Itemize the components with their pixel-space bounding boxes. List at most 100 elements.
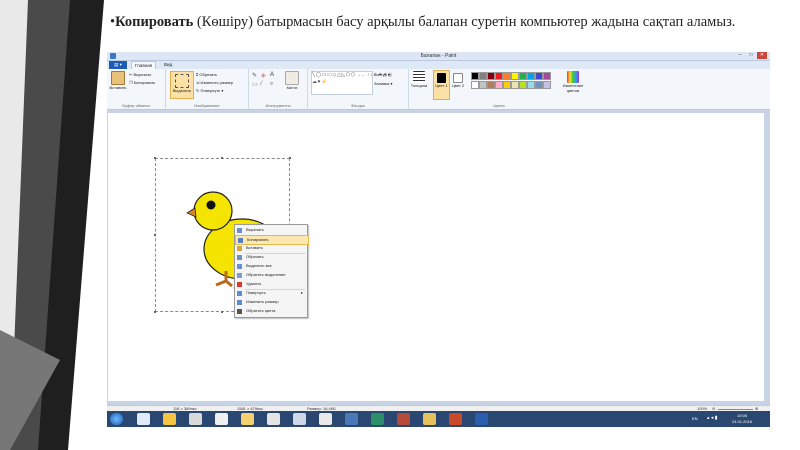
context-menu-item[interactable]: Обратить цвета bbox=[235, 307, 307, 315]
thickness-label: Толщина bbox=[410, 83, 428, 88]
taskbar-word-icon[interactable] bbox=[475, 413, 488, 425]
maximize-button[interactable]: □ bbox=[746, 52, 756, 59]
text-icon[interactable]: A bbox=[270, 72, 274, 78]
tab-view[interactable]: Вид bbox=[161, 61, 175, 69]
taskbar-app-icon[interactable] bbox=[267, 413, 280, 425]
tools-group: ✎ ◈ A ▭ ⁄ ⌕ Кисти Инструменты bbox=[249, 69, 308, 109]
taskbar-app-icon[interactable] bbox=[293, 413, 306, 425]
thickness-button[interactable]: Толщина bbox=[409, 71, 429, 88]
color2-button[interactable]: Цвет 2 bbox=[451, 71, 465, 88]
crop-button[interactable]: ⌗ Обрезать bbox=[196, 72, 217, 77]
context-menu-label: Повернуть bbox=[246, 290, 266, 295]
eraser-icon[interactable]: ▭ bbox=[252, 81, 258, 88]
context-menu-item[interactable]: Вставить bbox=[235, 244, 307, 252]
tab-home[interactable]: Главная bbox=[131, 61, 157, 69]
color-swatch[interactable] bbox=[487, 72, 495, 80]
color-swatch[interactable] bbox=[519, 72, 527, 80]
resize-label: Изменить размер bbox=[200, 80, 234, 85]
title-bar: Балапан - Paint – □ ✕ bbox=[107, 52, 770, 61]
taskbar-app-icon[interactable] bbox=[163, 413, 176, 425]
context-menu-item[interactable]: Вырезать bbox=[235, 226, 307, 234]
color-picker-icon[interactable]: ⁄ bbox=[261, 81, 262, 87]
paste-icon bbox=[237, 245, 242, 251]
crop-icon bbox=[237, 254, 242, 260]
color-swatch[interactable] bbox=[503, 81, 511, 89]
fill-dropdown[interactable]: Заливка ▾ bbox=[374, 81, 393, 86]
language-indicator[interactable]: EN bbox=[692, 416, 698, 421]
ribbon-tabs: ▤ ▾ Главная Вид bbox=[107, 61, 770, 69]
color1-button[interactable]: Цвет 1 bbox=[433, 70, 450, 100]
color-swatch[interactable] bbox=[543, 81, 551, 89]
taskbar-folder-icon[interactable] bbox=[241, 413, 254, 425]
color-swatch[interactable] bbox=[535, 81, 543, 89]
context-menu-item[interactable]: Обрезать bbox=[235, 253, 307, 261]
crop-label: Обрезать bbox=[199, 72, 218, 77]
color-swatch[interactable] bbox=[511, 81, 519, 89]
color-swatch[interactable] bbox=[471, 81, 479, 89]
color-swatch[interactable] bbox=[535, 72, 543, 80]
paste-button[interactable]: Вставить bbox=[109, 71, 127, 90]
color-swatch[interactable] bbox=[487, 81, 495, 89]
edit-colors-button[interactable]: Изменение цветов bbox=[559, 71, 587, 93]
context-menu-item[interactable]: Повернуть ▸ bbox=[235, 289, 307, 297]
selection-handle[interactable] bbox=[289, 157, 291, 159]
taskbar-app-icon[interactable] bbox=[319, 413, 332, 425]
taskbar-app-icon[interactable] bbox=[137, 413, 150, 425]
taskbar-app-icon[interactable] bbox=[189, 413, 202, 425]
taskbar-app-icon[interactable] bbox=[345, 413, 358, 425]
fill-icon[interactable]: ◈ bbox=[261, 72, 266, 79]
color-swatch[interactable] bbox=[495, 81, 503, 89]
context-menu-label: Вставить bbox=[246, 245, 263, 250]
magnifier-icon[interactable]: ⌕ bbox=[270, 81, 273, 88]
selection-handle[interactable] bbox=[221, 157, 223, 159]
shapes-gallery[interactable]: ╲◯▭▭◇△◺⬠⬡→←↑↓☆✦✶◎☁♥⚡ bbox=[311, 71, 392, 95]
clipboard-group: Вставить ✂ Вырезать ❐ Копировать Буфер о… bbox=[107, 69, 166, 109]
taskbar-app-icon[interactable] bbox=[371, 413, 384, 425]
color-swatch[interactable] bbox=[479, 81, 487, 89]
minimize-button[interactable]: – bbox=[735, 52, 745, 59]
selection-handle[interactable] bbox=[154, 311, 156, 313]
tray-icons[interactable]: ▴ ◂ ▮ bbox=[707, 415, 718, 421]
color2-label: Цвет 2 bbox=[451, 83, 465, 88]
close-button[interactable]: ✕ bbox=[757, 52, 767, 59]
context-menu-item[interactable]: Удалить bbox=[235, 280, 307, 288]
pencil-icon[interactable]: ✎ bbox=[252, 72, 257, 79]
outline-dropdown[interactable]: Контур ▾ bbox=[374, 72, 390, 77]
clock-time[interactable]: 10:05 bbox=[737, 413, 747, 418]
context-menu-item[interactable]: Обратить выделение bbox=[235, 271, 307, 279]
selection-handle[interactable] bbox=[154, 234, 156, 236]
select-button[interactable]: Выделить bbox=[170, 71, 194, 99]
color-swatch[interactable] bbox=[495, 72, 503, 80]
color-swatch[interactable] bbox=[527, 81, 535, 89]
delete-icon bbox=[237, 281, 242, 287]
context-menu-item[interactable]: Изменить размер bbox=[235, 298, 307, 306]
file-menu-button[interactable]: ▤ ▾ bbox=[109, 61, 127, 69]
taskbar-chrome-icon[interactable] bbox=[215, 413, 228, 425]
rotate-icon: ↻ bbox=[196, 88, 200, 93]
taskbar-paint-icon[interactable] bbox=[423, 413, 436, 425]
start-button[interactable] bbox=[110, 413, 123, 425]
color-swatch[interactable] bbox=[479, 72, 487, 80]
brushes-button[interactable]: Кисти bbox=[282, 71, 302, 90]
drawing-canvas[interactable]: Вырезать Копировать Вставить Обрезать Выдели… bbox=[108, 113, 764, 401]
context-menu-item[interactable]: Выделить все bbox=[235, 262, 307, 270]
context-menu-label: Обрезать bbox=[246, 254, 264, 259]
color-swatch[interactable] bbox=[519, 81, 527, 89]
cut-button[interactable]: ✂ Вырезать bbox=[129, 72, 151, 77]
copy-ribbon-button[interactable]: ❐ Копировать bbox=[129, 80, 155, 85]
taskbar-app-icon[interactable] bbox=[397, 413, 410, 425]
clock-date[interactable]: 24.01.2016 bbox=[732, 419, 752, 424]
color1-swatch bbox=[437, 73, 446, 83]
rotate-button[interactable]: ↻ Повернуть ▾ bbox=[196, 88, 223, 93]
color-swatch[interactable] bbox=[511, 72, 519, 80]
selection-handle[interactable] bbox=[221, 311, 223, 313]
color-swatch[interactable] bbox=[503, 72, 511, 80]
resize-button[interactable]: ⇲ Изменить размер bbox=[196, 80, 233, 85]
zoom-slider[interactable] bbox=[718, 408, 753, 410]
color-swatch[interactable] bbox=[527, 72, 535, 80]
selection-handle[interactable] bbox=[154, 157, 156, 159]
color-swatch[interactable] bbox=[543, 72, 551, 80]
copy-icon: ❐ bbox=[129, 80, 133, 85]
taskbar-powerpoint-icon[interactable] bbox=[449, 413, 462, 425]
color-swatch[interactable] bbox=[471, 72, 479, 80]
